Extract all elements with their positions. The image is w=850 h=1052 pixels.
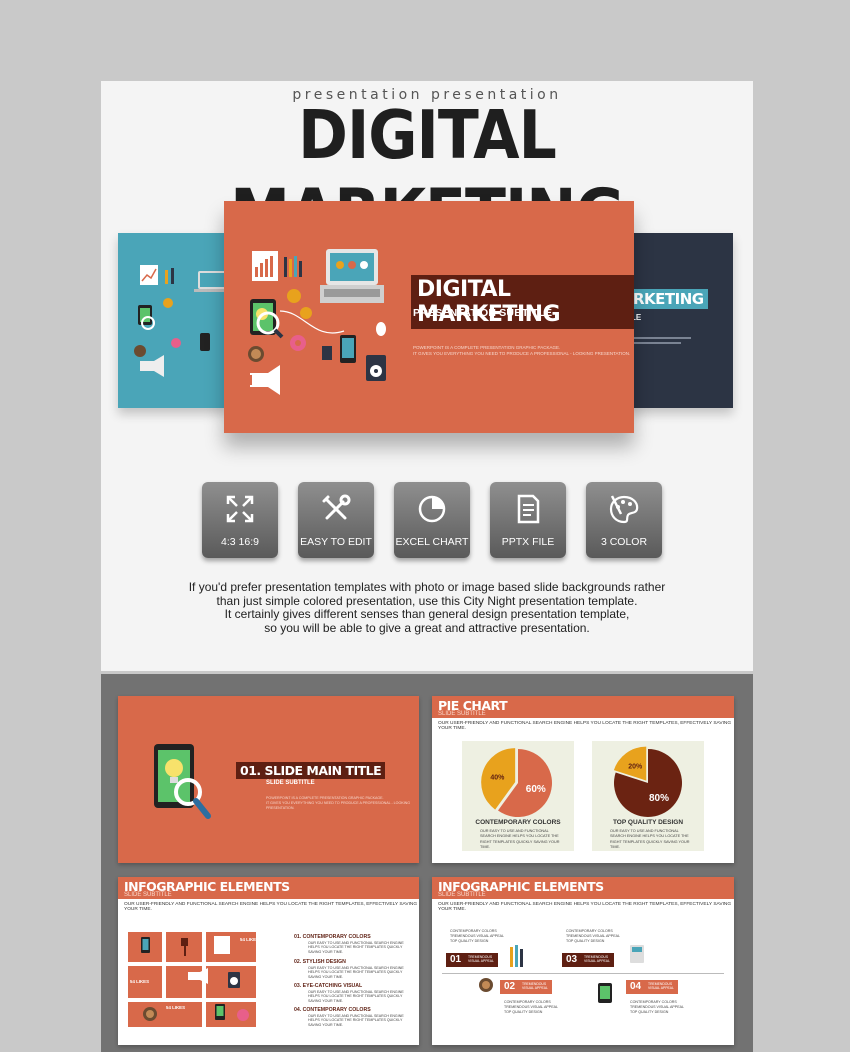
feature-label: 3 COLOR <box>600 536 648 548</box>
main-slide-subtitle: PRESENTATION SUBTITLE <box>413 307 553 319</box>
pie1-title: CONTEMPORARY COLORS <box>475 819 561 826</box>
hero-panel: presentation presentation DIGITAL MARKET… <box>101 81 753 671</box>
tablet-bulb-icon <box>154 744 211 819</box>
thumbnail-pie-chart: PIE CHART SLIDE SUBTITLE OUR USER-FRIEND… <box>432 696 734 863</box>
pie-slice-label: 60% <box>526 784 546 795</box>
thumbnail-infographic-2: INFOGRAPHIC ELEMENTS SLIDE SUBTITLE OUR … <box>432 877 734 1045</box>
document-icon <box>517 494 540 524</box>
thumb3-desc: OUR USER-FRIENDLY AND FUNCTIONAL SEARCH … <box>124 902 418 912</box>
timeline-icons <box>479 945 644 1003</box>
description-line: so you will be able to give a great and … <box>264 620 590 635</box>
text-line <box>631 337 691 339</box>
description-line: It certainly gives different senses than… <box>224 607 630 621</box>
list-heading: 01. CONTEMPORARY COLORS <box>294 934 371 940</box>
feature-aspect-ratio: 4:3 16:9 <box>202 482 278 558</box>
feature-label: EASY TO EDIT <box>300 536 372 548</box>
thumb1-title: 01. SLIDE MAIN TITLE <box>236 762 386 779</box>
list-text: OUR EASY TO USE AND FUNCTIONAL SEARCH EN… <box>308 1014 404 1027</box>
thumb1-line: IT GIVES YOU EVERYTHING YOU NEED TO PROD… <box>266 801 411 811</box>
list-heading: 04. CONTEMPORARY COLORS <box>294 1007 371 1013</box>
list-text: OUR EASY TO USE AND FUNCTIONAL SEARCH EN… <box>308 990 404 1003</box>
pie2-card-text: OUR EASY TO USE AND FUNCTIONAL SEARCH EN… <box>610 829 690 850</box>
feature-label: 4:3 16:9 <box>221 536 259 548</box>
feature-3-color: 3 COLOR <box>586 482 662 558</box>
thumb3-subtitle: SLIDE SUBTITLE <box>124 892 172 898</box>
feature-excel-chart: EXCEL CHART <box>394 482 470 558</box>
description-line: than just simple colored presentation, u… <box>216 593 638 608</box>
side-slide-title: RKETING <box>629 289 708 309</box>
pie-slice-label: 20% <box>628 763 643 770</box>
description-line: If you'd prefer presentation templates w… <box>188 580 666 594</box>
pie-chart-icon <box>418 495 446 523</box>
pie2-title: TOP QUALITY DESIGN <box>612 819 684 826</box>
side-slide-left <box>118 233 230 408</box>
list-text: OUR EASY TO USE AND FUNCTIONAL SEARCH EN… <box>308 966 404 979</box>
main-slide-title: DIGITAL MARKETING <box>411 275 634 329</box>
list-text: OUR EASY TO USE AND FUNCTIONAL SEARCH EN… <box>308 941 404 954</box>
list-heading: 03. EYE-CATCHING VISUAL <box>294 983 363 989</box>
main-slide-body-2: IT GIVES YOU EVERYTHING YOU NEED TO PROD… <box>413 351 631 356</box>
pie-slice-label: 40% <box>490 774 505 781</box>
thumb2-subtitle: SLIDE SUBTITLE <box>438 711 486 717</box>
palette-icon <box>609 495 639 524</box>
feature-label: EXCEL CHART <box>395 536 469 548</box>
tools-icon <box>322 494 351 520</box>
pie-slice-label: 80% <box>649 793 669 804</box>
main-slide: DIGITAL MARKETING PRESENTATION SUBTITLE … <box>224 201 634 433</box>
thumb2-desc: OUR USER-FRIENDLY AND FUNCTIONAL SEARCH … <box>438 721 732 731</box>
thumbnail-slide-title: 01. SLIDE MAIN TITLE SLIDE SUBTITLE POWE… <box>118 696 419 863</box>
expand-arrows-icon <box>226 495 254 523</box>
thumbnail-infographic-1: INFOGRAPHIC ELEMENTS SLIDE SUBTITLE OUR … <box>118 877 419 1045</box>
thumb1-subtitle: SLIDE SUBTITLE <box>266 780 315 786</box>
side-slide-right: RKETING LE <box>629 233 733 408</box>
feature-pptx-file: PPTX FILE <box>490 482 566 558</box>
pie1-card-text: OUR EASY TO USE AND FUNCTIONAL SEARCH EN… <box>480 829 560 850</box>
list-heading: 02. STYLISH DESIGN <box>294 959 346 965</box>
feature-easy-to-edit: EASY TO EDIT <box>298 482 374 558</box>
text-line <box>631 342 681 344</box>
marketing-icons <box>248 249 386 395</box>
tile-label: 54 LIKES <box>240 937 260 942</box>
marketing-icons <box>134 265 230 377</box>
description: If you'd prefer presentation templates w… <box>101 580 753 635</box>
tile-label: 54 LIKES <box>130 979 150 984</box>
feature-label: PPTX FILE <box>501 536 555 548</box>
tile-label: 54 LIKES <box>166 1005 186 1010</box>
